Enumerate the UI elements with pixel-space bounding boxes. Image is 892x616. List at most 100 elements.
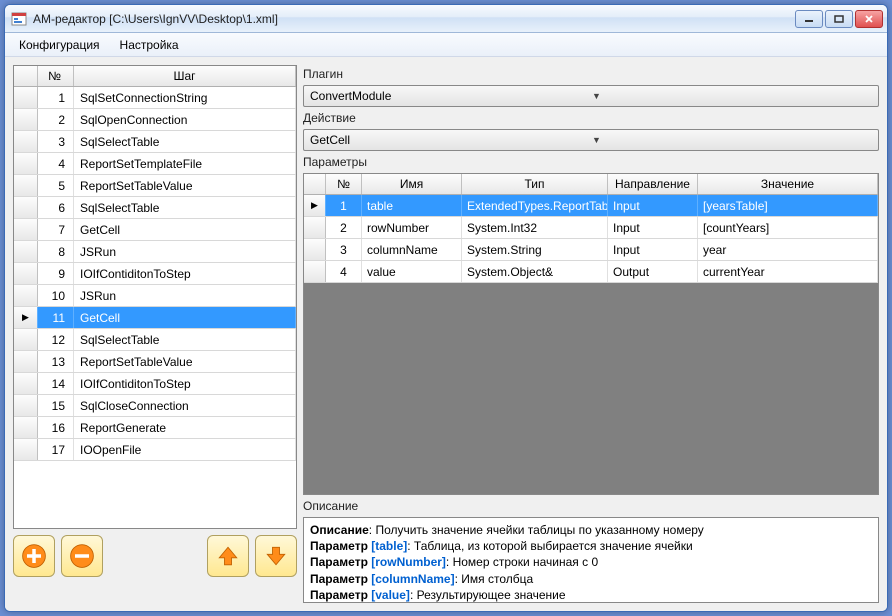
row-selector[interactable] (14, 329, 38, 350)
row-selector[interactable] (14, 219, 38, 240)
param-num: 2 (326, 217, 362, 238)
row-selector[interactable] (14, 109, 38, 130)
move-down-button[interactable] (255, 535, 297, 577)
minimize-button[interactable] (795, 10, 823, 28)
row-selector[interactable] (14, 351, 38, 372)
row-selector[interactable] (14, 263, 38, 284)
params-grid[interactable]: № Имя Тип Направление Значение ▶1tableEx… (303, 173, 879, 495)
steps-header-step[interactable]: Шаг (74, 66, 296, 86)
step-name: ReportGenerate (74, 417, 296, 438)
step-name: SqlOpenConnection (74, 109, 296, 130)
step-row[interactable]: 12SqlSelectTable (14, 329, 296, 351)
menu-config[interactable]: Конфигурация (9, 35, 110, 55)
step-row[interactable]: 15SqlCloseConnection (14, 395, 296, 417)
steps-grid[interactable]: № Шаг 1SqlSetConnectionString2SqlOpenCon… (13, 65, 297, 529)
params-header-dir[interactable]: Направление (608, 174, 698, 194)
step-row[interactable]: 13ReportSetTableValue (14, 351, 296, 373)
step-row[interactable]: 4ReportSetTemplateFile (14, 153, 296, 175)
param-name: columnName (362, 239, 462, 260)
step-row[interactable]: ▶11GetCell (14, 307, 296, 329)
row-selector[interactable] (14, 131, 38, 152)
row-selector[interactable] (14, 285, 38, 306)
step-row[interactable]: 7GetCell (14, 219, 296, 241)
steps-header-num[interactable]: № (38, 66, 74, 86)
row-selector[interactable]: ▶ (14, 307, 38, 328)
row-selector[interactable] (14, 175, 38, 196)
row-selector[interactable]: ▶ (304, 195, 326, 216)
move-up-button[interactable] (207, 535, 249, 577)
action-label: Действие (303, 109, 879, 127)
titlebar[interactable]: АМ-редактор [C:\Users\IgnVV\Desktop\1.xm… (5, 5, 887, 33)
params-header-val[interactable]: Значение (698, 174, 878, 194)
step-name: JSRun (74, 241, 296, 262)
param-val: [countYears] (698, 217, 878, 238)
step-row[interactable]: 3SqlSelectTable (14, 131, 296, 153)
param-dir: Input (608, 239, 698, 260)
step-name: JSRun (74, 285, 296, 306)
param-num: 1 (326, 195, 362, 216)
step-num: 16 (38, 417, 74, 438)
row-selector[interactable] (14, 153, 38, 174)
params-header-name[interactable]: Имя (362, 174, 462, 194)
param-row[interactable]: ▶1tableExtendedTypes.ReportTableInput[ye… (304, 195, 878, 217)
param-name: table (362, 195, 462, 216)
step-row[interactable]: 9IOIfContiditonToStep (14, 263, 296, 285)
step-row[interactable]: 1SqlSetConnectionString (14, 87, 296, 109)
row-selector[interactable] (304, 217, 326, 238)
step-num: 5 (38, 175, 74, 196)
step-row[interactable]: 17IOOpenFile (14, 439, 296, 461)
row-selector[interactable] (14, 439, 38, 460)
content-area: № Шаг 1SqlSetConnectionString2SqlOpenCon… (5, 57, 887, 611)
desc-line: Параметр [value]: Результирующее значени… (310, 587, 872, 603)
param-dir: Output (608, 261, 698, 282)
row-selector[interactable] (14, 395, 38, 416)
menu-settings[interactable]: Настройка (110, 35, 189, 55)
param-row[interactable]: 4valueSystem.Object&OutputcurrentYear (304, 261, 878, 283)
param-type: System.Int32 (462, 217, 608, 238)
param-row[interactable]: 3columnNameSystem.StringInputyear (304, 239, 878, 261)
window-title: АМ-редактор [C:\Users\IgnVV\Desktop\1.xm… (33, 12, 795, 26)
desc-label: Описание (303, 497, 879, 515)
menubar: Конфигурация Настройка (5, 33, 887, 57)
desc-title-label: Описание (310, 523, 369, 537)
action-value: GetCell (310, 133, 592, 147)
step-row[interactable]: 14IOIfContiditonToStep (14, 373, 296, 395)
desc-line: Параметр [table]: Таблица, из которой вы… (310, 538, 872, 554)
step-name: SqlSelectTable (74, 131, 296, 152)
step-row[interactable]: 8JSRun (14, 241, 296, 263)
params-header-num[interactable]: № (326, 174, 362, 194)
param-type: System.Object& (462, 261, 608, 282)
steps-toolbar (13, 535, 297, 577)
add-step-button[interactable] (13, 535, 55, 577)
param-dir: Input (608, 195, 698, 216)
row-selector[interactable] (14, 373, 38, 394)
row-selector[interactable] (14, 417, 38, 438)
step-num: 17 (38, 439, 74, 460)
param-name: value (362, 261, 462, 282)
step-name: SqlSelectTable (74, 197, 296, 218)
step-row[interactable]: 2SqlOpenConnection (14, 109, 296, 131)
close-button[interactable] (855, 10, 883, 28)
step-num: 3 (38, 131, 74, 152)
step-num: 14 (38, 373, 74, 394)
step-name: GetCell (74, 307, 296, 328)
maximize-button[interactable] (825, 10, 853, 28)
step-row[interactable]: 16ReportGenerate (14, 417, 296, 439)
step-row[interactable]: 10JSRun (14, 285, 296, 307)
row-selector[interactable] (304, 261, 326, 282)
desc-line: Параметр [rowNumber]: Номер строки начин… (310, 554, 872, 570)
remove-step-button[interactable] (61, 535, 103, 577)
row-selector[interactable] (304, 239, 326, 260)
row-selector[interactable] (14, 87, 38, 108)
step-name: SqlSelectTable (74, 329, 296, 350)
row-selector[interactable] (14, 241, 38, 262)
action-combo[interactable]: GetCell ▼ (303, 129, 879, 151)
step-name: IOOpenFile (74, 439, 296, 460)
plugin-combo[interactable]: ConvertModule ▼ (303, 85, 879, 107)
param-row[interactable]: 2rowNumberSystem.Int32Input[countYears] (304, 217, 878, 239)
params-header-type[interactable]: Тип (462, 174, 608, 194)
app-window: АМ-редактор [C:\Users\IgnVV\Desktop\1.xm… (4, 4, 888, 612)
step-row[interactable]: 6SqlSelectTable (14, 197, 296, 219)
step-row[interactable]: 5ReportSetTableValue (14, 175, 296, 197)
row-selector[interactable] (14, 197, 38, 218)
